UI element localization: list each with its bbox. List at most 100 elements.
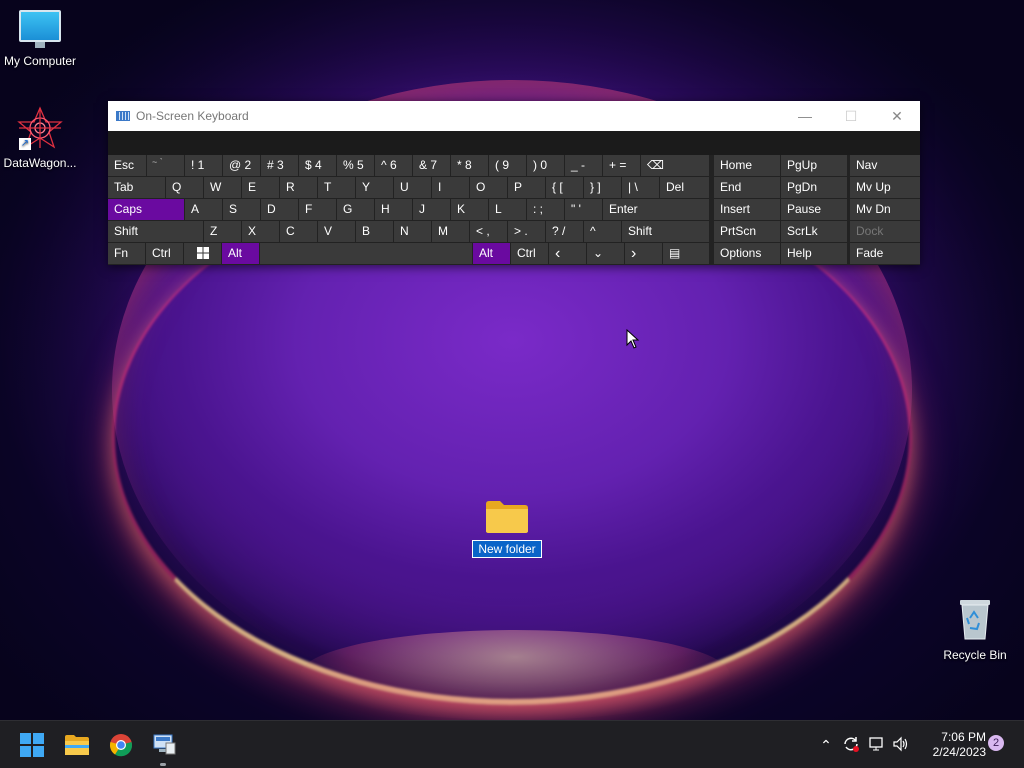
key-shift-right[interactable]: Shift: [622, 221, 709, 242]
key-alt-left[interactable]: Alt: [222, 243, 259, 264]
key-backslash[interactable]: | \: [622, 177, 659, 198]
key-right-arrow[interactable]: ›: [625, 243, 662, 264]
key-o[interactable]: O: [470, 177, 507, 198]
close-button[interactable]: ✕: [874, 101, 920, 131]
network-icon[interactable]: [868, 736, 890, 755]
key-k[interactable]: K: [451, 199, 488, 220]
volume-icon[interactable]: [892, 736, 914, 755]
chrome-button[interactable]: [105, 729, 137, 761]
key-t[interactable]: T: [318, 177, 355, 198]
desktop-icon-my-computer[interactable]: My Computer: [0, 10, 80, 68]
key-c[interactable]: C: [280, 221, 317, 242]
key-a[interactable]: A: [185, 199, 222, 220]
key-menu[interactable]: ▤: [663, 243, 709, 264]
rename-input[interactable]: New folder: [472, 540, 542, 558]
key-semicolon[interactable]: : ;: [527, 199, 564, 220]
key-del[interactable]: Del: [660, 177, 709, 198]
key-options[interactable]: Options: [714, 243, 780, 264]
osk-title-bar[interactable]: On-Screen Keyboard — ☐ ✕: [108, 101, 920, 131]
network-app-button[interactable]: [148, 729, 180, 761]
key-help[interactable]: Help: [781, 243, 847, 264]
key-e[interactable]: E: [242, 177, 279, 198]
key-end[interactable]: End: [714, 177, 780, 198]
key-6[interactable]: ^ 6: [375, 155, 412, 176]
key-p[interactable]: P: [508, 177, 545, 198]
key-period[interactable]: > .: [508, 221, 545, 242]
key-mv-up[interactable]: Mv Up: [850, 177, 920, 198]
key-prtscn[interactable]: PrtScn: [714, 221, 780, 242]
key-up-arrow[interactable]: ^: [584, 221, 621, 242]
key-4[interactable]: $ 4: [299, 155, 336, 176]
key-scrlk[interactable]: ScrLk: [781, 221, 847, 242]
notification-badge[interactable]: 2: [988, 735, 1004, 751]
key-w[interactable]: W: [204, 177, 241, 198]
sync-icon[interactable]: [842, 735, 864, 756]
clock[interactable]: 7:06 PM 2/24/2023: [920, 730, 986, 760]
key-home[interactable]: Home: [714, 155, 780, 176]
key-windows[interactable]: [184, 243, 221, 264]
key-backspace[interactable]: ⌫: [641, 155, 709, 176]
minimize-button[interactable]: —: [782, 101, 828, 131]
key-f[interactable]: F: [299, 199, 336, 220]
key-y[interactable]: Y: [356, 177, 393, 198]
key-comma[interactable]: < ,: [470, 221, 507, 242]
desktop-icon-new-folder[interactable]: New folder: [467, 500, 547, 558]
key-left-arrow[interactable]: ‹: [549, 243, 586, 264]
key-bracket-close[interactable]: } ]: [584, 177, 621, 198]
key-slash[interactable]: ? /: [546, 221, 583, 242]
key-shift-left[interactable]: Shift: [108, 221, 203, 242]
file-explorer-button[interactable]: [61, 729, 93, 761]
key-tilde[interactable]: ~ `: [147, 155, 184, 176]
start-button[interactable]: [16, 729, 48, 761]
key-8[interactable]: * 8: [451, 155, 488, 176]
key-pgup[interactable]: PgUp: [781, 155, 847, 176]
key-minus[interactable]: _ -: [565, 155, 602, 176]
key-nav[interactable]: Nav: [850, 155, 920, 176]
key-j[interactable]: J: [413, 199, 450, 220]
key-v[interactable]: V: [318, 221, 355, 242]
key-down-arrow[interactable]: ⌄: [587, 243, 624, 264]
key-quote[interactable]: " ': [565, 199, 602, 220]
key-9[interactable]: ( 9: [489, 155, 526, 176]
key-i[interactable]: I: [432, 177, 469, 198]
key-s[interactable]: S: [223, 199, 260, 220]
key-d[interactable]: D: [261, 199, 298, 220]
key-b[interactable]: B: [356, 221, 393, 242]
key-5[interactable]: % 5: [337, 155, 374, 176]
key-enter[interactable]: Enter: [603, 199, 709, 220]
key-ctrl-right[interactable]: Ctrl: [511, 243, 548, 264]
key-pause[interactable]: Pause: [781, 199, 847, 220]
key-l[interactable]: L: [489, 199, 526, 220]
key-h[interactable]: H: [375, 199, 412, 220]
key-7[interactable]: & 7: [413, 155, 450, 176]
key-insert[interactable]: Insert: [714, 199, 780, 220]
key-space[interactable]: [260, 243, 472, 264]
key-caps[interactable]: Caps: [108, 199, 184, 220]
key-m[interactable]: M: [432, 221, 469, 242]
key-tab[interactable]: Tab: [108, 177, 165, 198]
key-equals[interactable]: + =: [603, 155, 640, 176]
key-bracket-open[interactable]: { [: [546, 177, 583, 198]
key-3[interactable]: # 3: [261, 155, 298, 176]
show-hidden-icons-chevron-icon[interactable]: ⌃: [818, 737, 834, 754]
key-mv-dn[interactable]: Mv Dn: [850, 199, 920, 220]
key-1[interactable]: ! 1: [185, 155, 222, 176]
on-screen-keyboard-window[interactable]: On-Screen Keyboard — ☐ ✕ Esc ~ ` ! 1 @ 2…: [108, 101, 920, 265]
desktop-icon-recycle-bin[interactable]: Recycle Bin: [935, 598, 1015, 662]
key-z[interactable]: Z: [204, 221, 241, 242]
key-g[interactable]: G: [337, 199, 374, 220]
key-0[interactable]: ) 0: [527, 155, 564, 176]
key-u[interactable]: U: [394, 177, 431, 198]
key-n[interactable]: N: [394, 221, 431, 242]
key-2[interactable]: @ 2: [223, 155, 260, 176]
key-x[interactable]: X: [242, 221, 279, 242]
key-alt-right[interactable]: Alt: [473, 243, 510, 264]
key-q[interactable]: Q: [166, 177, 203, 198]
maximize-button[interactable]: ☐: [828, 101, 874, 131]
key-r[interactable]: R: [280, 177, 317, 198]
key-fn[interactable]: Fn: [108, 243, 145, 264]
key-fade[interactable]: Fade: [850, 243, 920, 264]
key-pgdn[interactable]: PgDn: [781, 177, 847, 198]
desktop-icon-datawagon[interactable]: ↗ DataWagon...: [0, 106, 80, 170]
key-ctrl-left[interactable]: Ctrl: [146, 243, 183, 264]
